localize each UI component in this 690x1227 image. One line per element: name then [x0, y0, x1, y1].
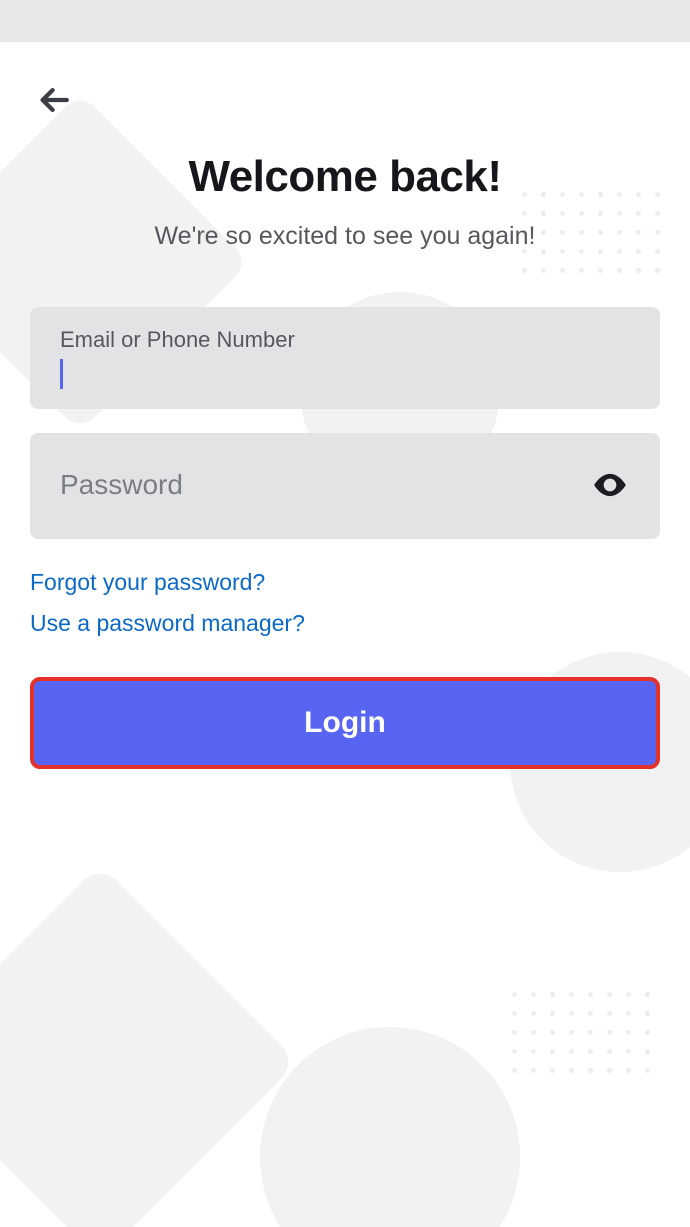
- page-title: Welcome back!: [30, 152, 660, 202]
- eye-icon: [591, 466, 629, 504]
- email-field-container[interactable]: Email or Phone Number: [30, 307, 660, 409]
- decor-shape: [0, 864, 298, 1227]
- login-button-label: Login: [304, 706, 386, 740]
- back-arrow-icon: [37, 83, 71, 117]
- helper-links: Forgot your password? Use a password man…: [30, 569, 660, 637]
- decor-dots: [512, 992, 650, 1073]
- forgot-password-link[interactable]: Forgot your password?: [30, 569, 265, 596]
- password-manager-link[interactable]: Use a password manager?: [30, 610, 305, 637]
- decor-shape: [260, 1027, 520, 1227]
- toggle-password-visibility[interactable]: [590, 465, 630, 505]
- login-screen: Welcome back! We're so excited to see yo…: [0, 42, 690, 1227]
- email-label: Email or Phone Number: [60, 327, 630, 353]
- status-bar: [0, 0, 690, 42]
- page-subtitle: We're so excited to see you again!: [30, 222, 660, 251]
- password-field-container[interactable]: Password: [30, 433, 660, 539]
- password-placeholder: Password: [60, 469, 590, 501]
- email-input[interactable]: [60, 357, 630, 387]
- back-button[interactable]: [32, 78, 76, 122]
- login-button[interactable]: Login: [30, 677, 660, 769]
- text-caret: [60, 359, 63, 389]
